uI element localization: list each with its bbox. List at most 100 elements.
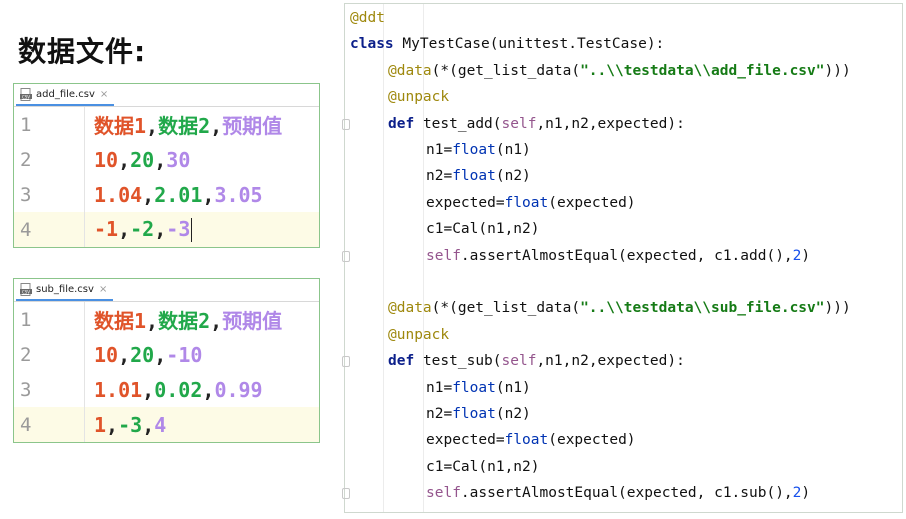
csv-line[interactable]: 4 -1,-2,-3 (14, 212, 319, 247)
code-token: n1= (426, 379, 453, 396)
code-token: float (452, 168, 496, 185)
code-line[interactable]: def test_add(self ,n1,n2,expected): (388, 111, 685, 137)
code-line[interactable]: @data (*(get_list_data("..\\testdata\\sub… (388, 295, 851, 321)
csv-file-icon: CSV (20, 87, 32, 101)
code-line[interactable]: self .assertAlmostEqual(expected, c1.add(… (426, 243, 810, 269)
code-line[interactable]: n2= float (n2) (426, 401, 531, 427)
fold-marker-icon[interactable] (342, 356, 350, 368)
code-line[interactable]: c1=Cal(n1,n2) (426, 216, 540, 242)
code-line[interactable]: @unpack (388, 84, 449, 110)
code-token: ))) (824, 300, 851, 317)
code-line[interactable]: class MyTestCase(unittest.TestCase): (350, 31, 664, 57)
code-line[interactable]: expected= float (expected) (426, 427, 636, 453)
csv-separator: , (118, 216, 131, 241)
line-number: 4 (20, 413, 32, 436)
gutter-divider (84, 212, 85, 247)
csv-cell: 0.02 (154, 377, 203, 402)
csv-line-content: 1.01,0.02,0.99 (84, 378, 263, 402)
csv-cell: 10 (94, 147, 119, 172)
code-line[interactable]: @unpack (388, 322, 449, 348)
code-token: ,n1,n2,expected): (536, 115, 685, 132)
code-token: float (452, 379, 496, 396)
csv-line-content: 1,-3,4 (84, 413, 166, 437)
csv-cell: -10 (166, 342, 203, 367)
csv-cell: 数据2 (158, 309, 211, 333)
csv-line[interactable]: 2 10,20,30 (14, 142, 319, 177)
code-line[interactable]: @ddt (350, 5, 385, 31)
code-token: @data (388, 300, 432, 317)
page-title: 数据文件: (18, 35, 147, 68)
fold-marker-icon[interactable] (342, 488, 350, 500)
code-token: n2= (426, 168, 453, 185)
csv-cell: 1 (94, 412, 107, 437)
code-line[interactable]: def test_sub(self ,n1,n2,expected): (388, 348, 685, 374)
csv-line-content: 10,20,-10 (84, 343, 202, 367)
code-token: MyTestCase(unittest.TestCase): (402, 36, 665, 53)
code-token: expected= (426, 194, 505, 211)
gutter-divider (84, 177, 85, 212)
code-token: .assertAlmostEqual(expected, c1.add(), (460, 247, 793, 264)
gutter-divider (84, 407, 85, 442)
csv-separator: , (118, 342, 131, 367)
csv-line-content: -1,-2,-3 (84, 216, 193, 243)
code-token: "..\\testdata\\add_file.csv" (580, 62, 825, 79)
csv-rows[interactable]: 1 数据1,数据2,预期值 2 10,20,-10 3 1.01,0.02,0.99 4 1,… (14, 302, 319, 442)
csv-line[interactable]: 3 1.01,0.02,0.99 (14, 372, 319, 407)
code-line[interactable]: n2= float (n2) (426, 163, 531, 189)
csv-line[interactable]: 1 数据1,数据2,预期值 (14, 302, 319, 337)
code-token: float (504, 432, 549, 449)
csv-file-icon: CSV (20, 282, 32, 296)
code-token: expected= (426, 432, 505, 449)
fold-marker-icon[interactable] (342, 118, 350, 130)
indent-guide (383, 4, 384, 512)
code-line[interactable]: c1=Cal(n1,n2) (426, 454, 540, 480)
code-token: float (504, 194, 549, 211)
code-token: (n2) (495, 406, 531, 422)
tab-sub-file[interactable]: CSV sub_file.csv × (16, 279, 114, 301)
line-number: 1 (20, 308, 32, 331)
code-line[interactable]: self .assertAlmostEqual(expected, c1.sub(… (426, 480, 810, 506)
python-code-editor[interactable]: @ddt class MyTestCase(unittest.TestCase):… (342, 3, 903, 513)
csv-cell: 预期值 (222, 309, 283, 333)
csv-cell: 4 (154, 412, 167, 437)
csv-cell: 数据1 (94, 309, 147, 333)
csv-cell: -2 (130, 216, 155, 241)
code-token: @unpack (388, 89, 450, 106)
editor-tab-bar: CSV sub_file.csv × (14, 279, 319, 302)
csv-separator: , (210, 309, 223, 333)
code-line[interactable]: @data (*(get_list_data("..\\testdata\\add… (388, 58, 859, 84)
close-icon[interactable]: × (99, 284, 107, 295)
csv-separator: , (142, 377, 155, 402)
code-token: (n2) (495, 168, 531, 185)
code-line[interactable]: expected= float (expected) (426, 190, 636, 216)
csv-rows[interactable]: 1 数据1,数据2,预期值 2 10,20,30 3 1.04,2.01,3.05 4 -1,… (14, 107, 319, 247)
gutter-divider (84, 337, 85, 372)
csv-cell: 数据1 (94, 114, 147, 138)
csv-line[interactable]: 2 10,20,-10 (14, 337, 319, 372)
code-token: @unpack (388, 326, 450, 343)
code-token: @data (388, 62, 432, 79)
tab-label: sub_file.csv (36, 283, 94, 295)
code-token: self (501, 115, 537, 132)
csv-cell: 数据2 (158, 114, 211, 138)
code-token: (*(get_list_data( (431, 62, 581, 79)
close-icon[interactable]: × (100, 89, 108, 100)
code-token: @ddt (350, 10, 385, 26)
code-token: c1=Cal(n1,n2) (426, 221, 540, 238)
csv-cell: 1.04 (94, 182, 143, 207)
tab-label: add_file.csv (36, 88, 95, 100)
csv-line[interactable]: 1 数据1,数据2,预期值 (14, 107, 319, 142)
csv-line[interactable]: 4 1,-3,4 (14, 407, 319, 442)
fold-marker-icon[interactable] (342, 250, 350, 262)
csv-separator: , (154, 216, 167, 241)
code-line[interactable]: n1= float (n1) (426, 137, 531, 163)
csv-cell: 3.05 (214, 182, 263, 207)
code-line[interactable]: n1= float (n1) (426, 375, 531, 401)
csv-cell: 10 (94, 342, 119, 367)
code-token: self (501, 353, 537, 370)
code-token: ) (801, 247, 811, 264)
editor-tab-bar: CSV add_file.csv × (14, 84, 319, 107)
csv-line[interactable]: 3 1.04,2.01,3.05 (14, 177, 319, 212)
tab-add-file[interactable]: CSV add_file.csv × (16, 84, 115, 106)
code-token: (expected) (548, 194, 636, 211)
